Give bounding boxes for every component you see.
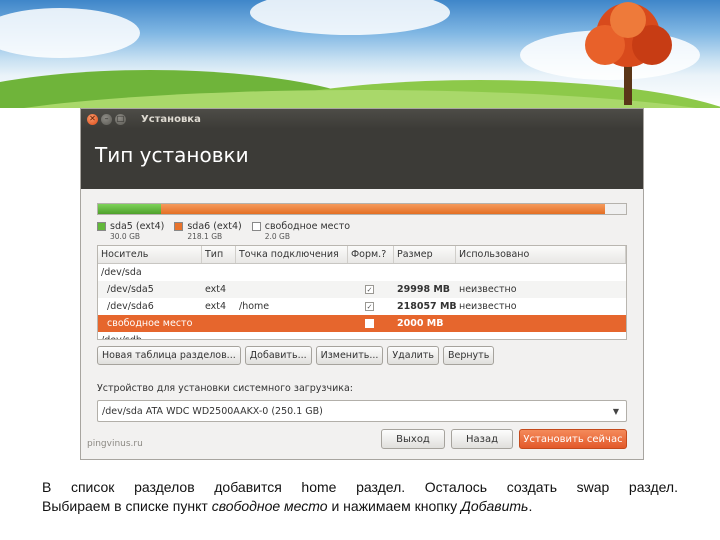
cell-mount (236, 332, 348, 339)
caption-emphasis-add: Добавить (461, 498, 529, 514)
cell-size (394, 264, 456, 281)
cell-format (348, 315, 394, 332)
green-swatch-icon (97, 222, 106, 231)
legend-label: sda5 (ext4) (110, 221, 165, 232)
cell-format (348, 264, 394, 281)
checkbox-checked-icon[interactable]: ✓ (365, 285, 374, 294)
legend-item-free: свободное место 2.0 GB (251, 221, 351, 241)
cell-used (456, 264, 626, 281)
column-header-device[interactable]: Носитель (98, 246, 202, 263)
close-window-icon[interactable]: ✕ (87, 113, 98, 125)
cell-used (456, 315, 626, 332)
cell-format (348, 332, 394, 339)
bootloader-device-value: /dev/sda ATA WDC WD2500AAKX-0 (250.1 GB) (102, 405, 323, 417)
cell-mount: /home (239, 301, 270, 312)
cell-device: /dev/sdb (98, 332, 202, 339)
landscape-banner (0, 0, 720, 108)
caption-text-part: и нажимаем кнопку (327, 498, 461, 514)
revert-button[interactable]: Вернуть (442, 346, 495, 365)
add-partition-button[interactable]: Добавить... (244, 346, 312, 365)
caption-text-part: Выбираем в списке пункт (42, 498, 212, 514)
column-header-used[interactable]: Использовано (456, 246, 626, 263)
partition-bar-sda6 (161, 204, 605, 214)
cell-device: /dev/sda6 (101, 301, 154, 312)
cell-type (202, 332, 236, 339)
legend-size: 218.1 GB (187, 232, 223, 241)
caption-text: В список разделов добавится home раздел.… (42, 478, 678, 516)
cell-device: свободное место (101, 318, 193, 329)
change-partition-button[interactable]: Изменить... (315, 346, 384, 365)
cell-mount (236, 281, 348, 298)
partition-bar-sda5 (98, 204, 162, 214)
cell-used (456, 332, 626, 339)
installer-window: ✕ – □ Установка Тип установки sda5 (ext4… (80, 108, 644, 460)
column-header-size[interactable]: Размер (394, 246, 456, 263)
cell-size (394, 332, 456, 339)
cell-mount (236, 264, 348, 281)
cell-type (202, 315, 236, 332)
cell-device: /dev/sda5 (101, 284, 154, 295)
cell-size: 218057 MB (397, 301, 456, 312)
table-row[interactable]: /dev/sdb (98, 332, 626, 339)
red-tree-icon (585, 2, 672, 105)
white-swatch-icon (251, 222, 261, 231)
back-button[interactable]: Назад (451, 429, 513, 449)
quit-button[interactable]: Выход (381, 429, 445, 449)
legend-size: 2.0 GB (264, 232, 290, 241)
caption-text-part: . (528, 498, 533, 514)
orange-swatch-icon (174, 222, 184, 231)
partition-bar-free (604, 204, 626, 214)
legend-item-sda5: sda5 (ext4) 30.0 GB (97, 221, 164, 241)
column-header-mount[interactable]: Точка подключения (236, 246, 348, 263)
window-title: Установка (141, 113, 201, 125)
dropdown-arrow-icon[interactable]: ▼ (608, 403, 624, 419)
caption-emphasis-free-space: свободное место (211, 498, 328, 514)
cell-mount (236, 315, 348, 332)
table-row[interactable]: свободное место 2000 MB (98, 315, 626, 332)
table-header: Носитель Тип Точка подключения Форм.? Ра… (98, 246, 626, 264)
checkbox-checked-icon[interactable]: ✓ (365, 302, 374, 311)
cell-device: /dev/sda (101, 267, 142, 278)
partition-bar (97, 203, 627, 215)
bootloader-label: Устройство для установки системного загр… (97, 383, 354, 394)
caption-line-2: Выбираем в списке пункт свободное место … (42, 497, 678, 516)
table-row[interactable]: /dev/sda5 ext4 ✓ 29998 MB неизвестно (98, 281, 626, 298)
new-partition-table-button[interactable]: Новая таблица разделов... (97, 346, 241, 365)
caption-line-1: В список разделов добавится home раздел.… (42, 479, 678, 495)
maximize-window-icon[interactable]: □ (115, 113, 126, 125)
cell-type: ext4 (205, 301, 227, 312)
partition-actions: Новая таблица разделов... Добавить... Из… (97, 346, 627, 365)
page-header: Тип установки (81, 129, 643, 189)
cell-format: ✓ (348, 298, 394, 315)
delete-partition-button[interactable]: Удалить (387, 346, 439, 365)
column-header-format[interactable]: Форм.? (348, 246, 394, 263)
table-body: /dev/sda /dev/sda5 ext4 ✓ 29998 MB неизвестн… (98, 264, 626, 339)
partition-table: Носитель Тип Точка подключения Форм.? Ра… (97, 245, 627, 340)
partition-legend: sda5 (ext4) 30.0 GB sda6 (ext4) 218.1 GB… (97, 221, 627, 241)
table-row[interactable]: /dev/sda6 ext4/home ✓ 218057 MB неизвестно (98, 298, 626, 315)
legend-item-sda6: sda6 (ext4) 218.1 GB (174, 221, 242, 241)
title-bar: ✕ – □ Установка (81, 109, 643, 129)
legend-label: sda6 (ext4) (187, 221, 242, 232)
cell-type: ext4 (205, 284, 227, 295)
legend-size: 30.0 GB (110, 232, 141, 241)
page-title: Тип установки (95, 143, 249, 167)
cell-type (202, 264, 236, 281)
cell-format: ✓ (348, 281, 394, 298)
install-now-button[interactable]: Установить сейчас (519, 429, 627, 449)
cell-size: 2000 MB (397, 318, 444, 329)
checkbox-unchecked-icon[interactable] (365, 319, 374, 328)
column-header-type[interactable]: Тип (202, 246, 236, 263)
legend-label: свободное место (264, 221, 351, 232)
cell-used: неизвестно (459, 301, 517, 312)
minimize-window-icon[interactable]: – (101, 113, 112, 125)
window-footer: pingvinus.ru Выход Назад Установить сейч… (81, 429, 643, 451)
watermark-brand: pingvinus.ru (87, 439, 143, 449)
table-row[interactable]: /dev/sda (98, 264, 626, 281)
bootloader-device-select[interactable]: /dev/sda ATA WDC WD2500AAKX-0 (250.1 GB)… (97, 400, 627, 422)
cell-used: неизвестно (459, 284, 517, 295)
cell-size: 29998 MB (397, 284, 451, 295)
